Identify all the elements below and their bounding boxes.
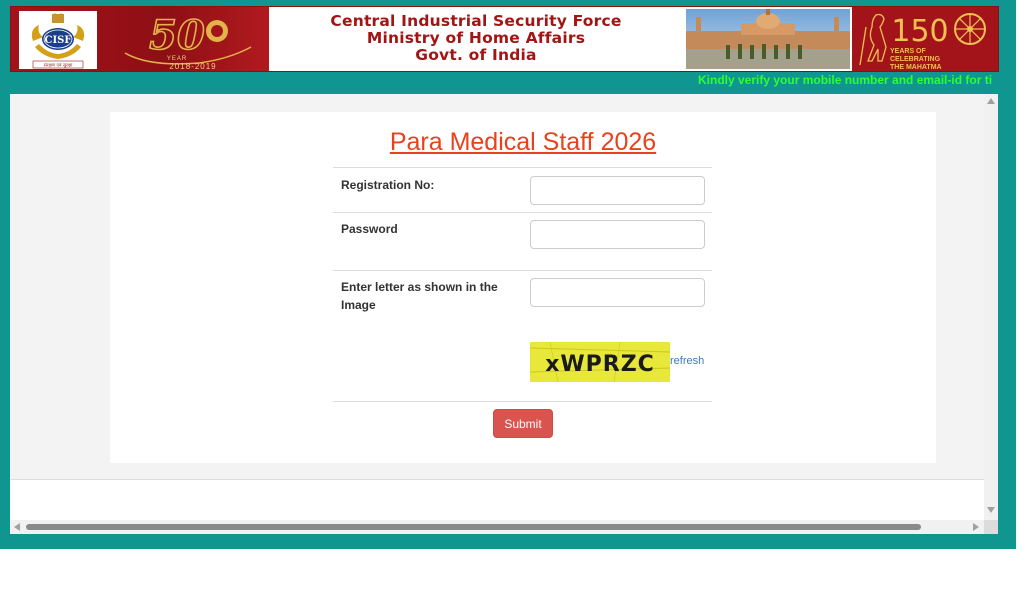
- gandhi-150-panel: 150 YEARS OF CELEBRATING THE MAHATMA: [852, 7, 998, 71]
- registration-input[interactable]: [530, 176, 705, 205]
- horizontal-scrollbar[interactable]: [10, 520, 984, 534]
- banner-titles: Central Industrial Security Force Minist…: [271, 13, 681, 64]
- govt-name: Govt. of India: [415, 46, 537, 64]
- gandhi-line-1: YEARS OF: [890, 48, 927, 55]
- notice-marquee: Kindly verify your mobile number and ema…: [698, 73, 993, 87]
- captcha-input[interactable]: [530, 278, 705, 307]
- golden-jubilee-logo: 50 YEAR 2018-2019: [124, 11, 252, 71]
- password-label: Password: [341, 222, 398, 236]
- password-input[interactable]: [530, 220, 705, 249]
- page-frame: CISF संरक्षण एवं सुरक्षा 50 YEAR 2018-20…: [0, 0, 1016, 549]
- form-divider: [333, 401, 712, 402]
- horizontal-scroll-thumb[interactable]: [26, 524, 921, 530]
- parliament-photo: [686, 9, 850, 69]
- gandhi-line-2: CELEBRATING: [890, 56, 941, 63]
- form-divider: [333, 212, 712, 213]
- ministry-name: Ministry of Home Affairs: [366, 29, 586, 47]
- anniversary-number: 50: [149, 12, 205, 59]
- page-title: Para Medical Staff 2026: [389, 128, 657, 156]
- gandhi-line-3: THE MAHATMA: [890, 64, 942, 71]
- submit-button[interactable]: Submit: [493, 409, 553, 438]
- scroll-left-arrow-icon[interactable]: [14, 523, 20, 531]
- content-viewport: Para Medical Staff 2026 Registration No:…: [10, 94, 998, 534]
- org-name: Central Industrial Security Force: [330, 12, 622, 30]
- scroll-right-arrow-icon[interactable]: [973, 523, 979, 531]
- cisf-logo: CISF संरक्षण एवं सुरक्षा: [19, 11, 97, 69]
- captcha-text: xWPRZC: [545, 352, 655, 377]
- cisf-logo-text: CISF: [45, 35, 72, 46]
- registration-label: Registration No:: [341, 178, 435, 192]
- anniversary-years: 2018-2019: [169, 62, 216, 71]
- cisf-motto: संरक्षण एवं सुरक्षा: [44, 63, 73, 69]
- form-divider: [333, 167, 712, 168]
- content-area: Para Medical Staff 2026 Registration No:…: [10, 94, 984, 480]
- captcha-image: xWPRZC: [530, 342, 670, 382]
- header-banner: CISF संरक्षण एवं सुरक्षा 50 YEAR 2018-20…: [10, 6, 999, 72]
- scroll-down-arrow-icon[interactable]: [987, 507, 995, 513]
- scrollbar-corner: [984, 520, 998, 534]
- vertical-scrollbar[interactable]: [984, 94, 998, 520]
- form-divider: [333, 270, 712, 271]
- captcha-label: Enter letter as shown in the Image: [341, 280, 498, 312]
- gandhi-150-logo: 150 YEARS OF CELEBRATING THE MAHATMA: [859, 13, 986, 71]
- captcha-refresh-link[interactable]: refresh: [670, 355, 704, 367]
- login-card: Para Medical Staff 2026 Registration No:…: [110, 112, 936, 463]
- scroll-up-arrow-icon[interactable]: [987, 98, 995, 104]
- gandhi-number: 150: [891, 14, 948, 49]
